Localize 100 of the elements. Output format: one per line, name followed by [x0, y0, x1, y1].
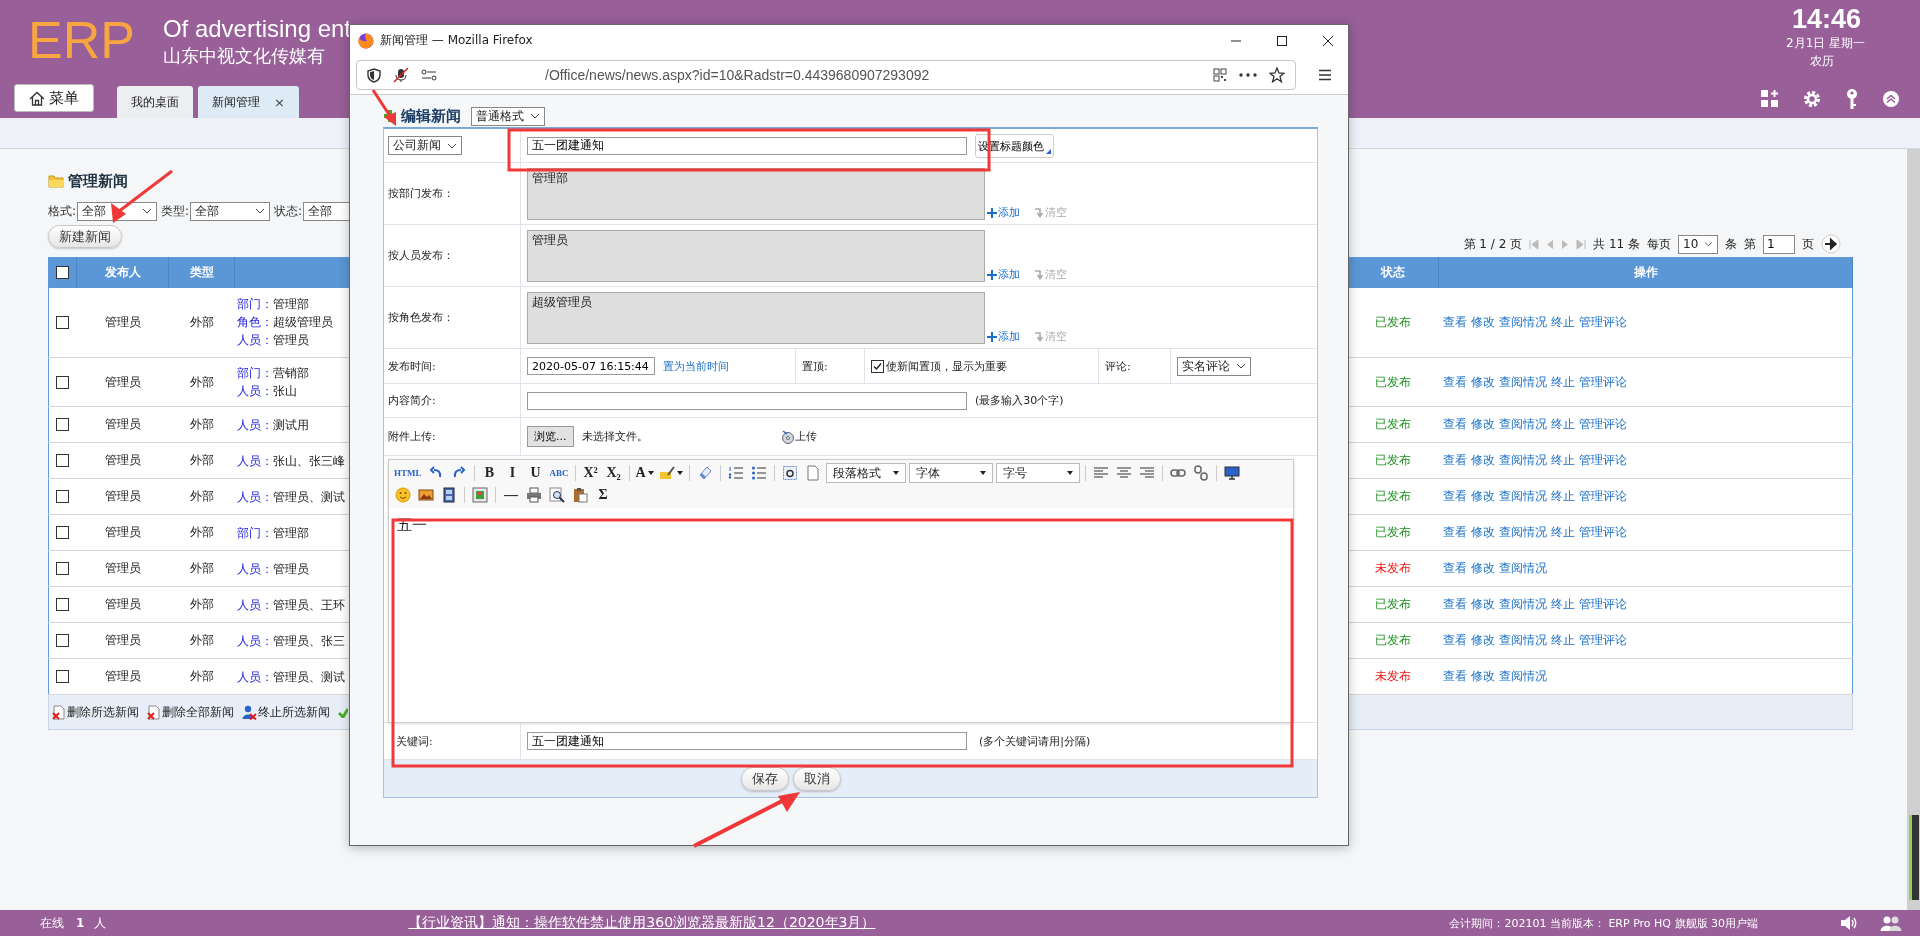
action-link[interactable]: 查阅情况 [1498, 525, 1547, 539]
toolbar-button[interactable] [524, 485, 544, 505]
action-link[interactable]: 查阅情况 [1498, 489, 1547, 503]
add-link[interactable]: 添加 [987, 267, 1020, 282]
action-link[interactable]: 查阅情况 [1498, 374, 1547, 389]
action-link[interactable]: 修改 [1470, 314, 1495, 329]
action-link[interactable]: 终止 [1550, 417, 1575, 431]
toolbar-button[interactable]: A [634, 463, 655, 483]
row-checkbox[interactable] [56, 418, 70, 431]
cancel-button[interactable]: 取消 [792, 766, 841, 791]
action-link[interactable]: 修改 [1470, 417, 1495, 431]
action-link[interactable]: 修改 [1470, 374, 1495, 389]
toolbar-button[interactable]: I [502, 463, 523, 483]
action-link[interactable]: 管理评论 [1578, 525, 1627, 539]
action-link[interactable]: 修改 [1470, 561, 1495, 575]
check-icon[interactable] [338, 706, 348, 718]
toolbar-button[interactable] [547, 485, 567, 505]
settings-icon[interactable] [1802, 89, 1822, 109]
action-link[interactable]: 管理评论 [1578, 417, 1627, 431]
upload-link[interactable]: 上传 [780, 429, 817, 444]
action-link[interactable]: 修改 [1470, 489, 1495, 503]
pin-checkbox[interactable] [871, 359, 884, 373]
filter-select[interactable]: 全部 [303, 201, 351, 221]
publish-time-field[interactable]: 2020-05-07 16:15:44 [527, 357, 655, 375]
action-link[interactable]: 查阅情况 [1498, 597, 1547, 611]
toolbar-button[interactable]: B [479, 463, 500, 483]
set-current-time-link[interactable]: 置为当前时间 [663, 358, 729, 374]
toolbar-button[interactable] [1221, 463, 1242, 483]
action-link[interactable]: 查看 [1442, 314, 1467, 329]
page-number-field[interactable]: 1 [1763, 234, 1795, 254]
action-link[interactable]: 查看 [1442, 633, 1467, 647]
action-link[interactable]: 修改 [1470, 525, 1495, 539]
action-link[interactable]: 修改 [1470, 633, 1495, 647]
action-link[interactable]: 查看 [1442, 374, 1467, 389]
browse-button[interactable]: 浏览... [527, 426, 574, 447]
action-link[interactable]: 管理评论 [1578, 597, 1627, 611]
footer-action-link[interactable]: 终止所选新闻 [242, 703, 330, 721]
qr-code-icon[interactable] [1213, 68, 1227, 82]
action-link[interactable]: 终止 [1550, 597, 1575, 611]
users-icon[interactable] [1880, 915, 1902, 931]
row-checkbox[interactable] [56, 634, 70, 647]
action-link[interactable]: 查阅情况 [1498, 453, 1547, 467]
toolbar-button[interactable]: ABC [548, 463, 570, 483]
toolbar-button[interactable]: U [525, 463, 546, 483]
close-icon[interactable] [1322, 34, 1334, 47]
filter-select[interactable]: 全部 [190, 201, 271, 221]
action-link[interactable]: 修改 [1470, 453, 1495, 467]
footer-action-link[interactable]: 删除全部新闻 [147, 703, 234, 721]
row-checkbox[interactable] [56, 670, 70, 683]
news-ticker-link[interactable]: 【行业资讯】通知：操作软件禁止使用360浏览器最新版12（2020年3月） [408, 914, 876, 932]
save-button[interactable]: 保存 [740, 766, 789, 791]
action-link[interactable]: 管理评论 [1578, 453, 1627, 467]
action-link[interactable]: 查阅情况 [1498, 669, 1547, 683]
toolbar-button[interactable]: Σ [593, 485, 613, 505]
row-checkbox[interactable] [56, 490, 70, 503]
action-link[interactable]: 查阅情况 [1498, 561, 1547, 575]
action-link[interactable]: 终止 [1550, 314, 1575, 329]
title-color-button[interactable]: 设置标题颜色 [975, 133, 1054, 158]
toolbar-button[interactable]: X² [580, 463, 601, 483]
keywords-field[interactable]: 五一团建通知 [527, 732, 967, 750]
add-link[interactable]: 添加 [987, 329, 1020, 344]
action-link[interactable]: 终止 [1550, 525, 1575, 539]
toolbar-select[interactable]: 字号 [995, 463, 1080, 483]
key-icon[interactable] [1844, 88, 1860, 110]
action-link[interactable]: 管理评论 [1578, 374, 1627, 389]
footer-action-link[interactable]: 删除所选新闻 [52, 703, 139, 721]
menu-icon[interactable] [1318, 69, 1332, 81]
select-all-checkbox[interactable] [56, 266, 69, 280]
toolbar-select[interactable]: 字体 [908, 463, 993, 483]
add-link[interactable]: 添加 [987, 205, 1020, 220]
row-checkbox[interactable] [56, 315, 70, 329]
action-link[interactable]: 终止 [1550, 489, 1575, 503]
row-checkbox[interactable] [56, 562, 70, 575]
category-select[interactable]: 公司新闻 [388, 136, 462, 155]
action-link[interactable]: 查阅情况 [1498, 633, 1547, 647]
action-link[interactable]: 查看 [1442, 669, 1467, 683]
lunar-calendar-link[interactable]: 农历 [1786, 52, 1834, 70]
more-icon[interactable] [1239, 73, 1257, 77]
toolbar-button[interactable]: HTML [393, 463, 423, 483]
action-link[interactable]: 管理评论 [1578, 633, 1627, 647]
action-link[interactable]: 管理评论 [1578, 489, 1627, 503]
scrollbar[interactable] [1907, 149, 1920, 910]
action-link[interactable]: 查看 [1442, 489, 1467, 503]
recipient-box[interactable]: 管理部 [527, 168, 985, 220]
action-link[interactable]: 查看 [1442, 417, 1467, 431]
action-link[interactable]: 终止 [1550, 633, 1575, 647]
row-checkbox[interactable] [56, 375, 70, 389]
address-bar[interactable]: /Office/news/news.aspx?id=10&Radstr=0.4439680907293092 [356, 60, 1296, 90]
action-link[interactable]: 管理评论 [1578, 314, 1627, 329]
action-link[interactable]: 查阅情况 [1498, 417, 1547, 431]
action-link[interactable]: 修改 [1470, 597, 1495, 611]
new-news-button[interactable]: 新建新闻 [48, 225, 122, 248]
collapse-icon[interactable] [1882, 90, 1900, 108]
action-link[interactable]: 修改 [1470, 669, 1495, 683]
action-link[interactable]: 查看 [1442, 561, 1467, 575]
menu-button[interactable]: 菜单 [14, 84, 94, 112]
row-checkbox[interactable] [56, 454, 70, 467]
star-icon[interactable] [1269, 67, 1285, 83]
action-link[interactable]: 终止 [1550, 374, 1575, 389]
action-link[interactable]: 查看 [1442, 525, 1467, 539]
